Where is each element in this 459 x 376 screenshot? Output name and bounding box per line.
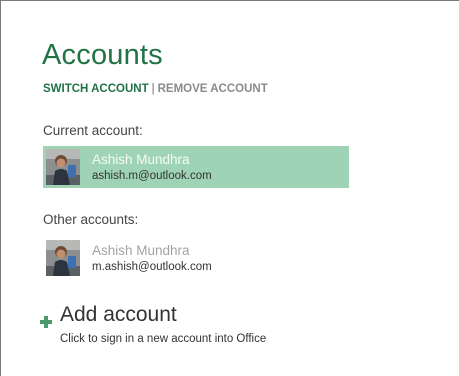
page-title: Accounts (42, 39, 163, 71)
accounts-panel: Accounts SWITCH ACCOUNT | REMOVE ACCOUNT C… (0, 0, 459, 376)
add-account-subtitle: Click to sign in a new account into Offi… (60, 333, 267, 345)
avatar (46, 149, 80, 185)
switch-account-link[interactable]: SWITCH ACCOUNT (43, 83, 149, 95)
avatar (46, 240, 80, 276)
user-photo-icon (46, 240, 80, 276)
add-account-button[interactable]: Add account Click to sign in a new accou… (39, 301, 299, 351)
account-name: Ashish Mundhra (92, 152, 190, 167)
current-account-item[interactable]: Ashish Mundhra ashish.m@outlook.com (43, 146, 349, 188)
remove-account-link[interactable]: REMOVE ACCOUNT (158, 83, 268, 95)
account-email: m.ashish@outlook.com (92, 261, 212, 273)
account-actions: SWITCH ACCOUNT | REMOVE ACCOUNT (43, 83, 268, 95)
current-account-label: Current account: (43, 123, 143, 138)
user-photo-icon (46, 149, 80, 185)
other-account-item[interactable]: Ashish Mundhra m.ashish@outlook.com (43, 237, 349, 279)
plus-icon (40, 316, 52, 328)
other-accounts-label: Other accounts: (43, 212, 139, 227)
add-account-title: Add account (60, 303, 177, 326)
action-separator: | (151, 83, 155, 95)
account-name: Ashish Mundhra (92, 243, 190, 258)
account-email: ashish.m@outlook.com (92, 170, 212, 182)
